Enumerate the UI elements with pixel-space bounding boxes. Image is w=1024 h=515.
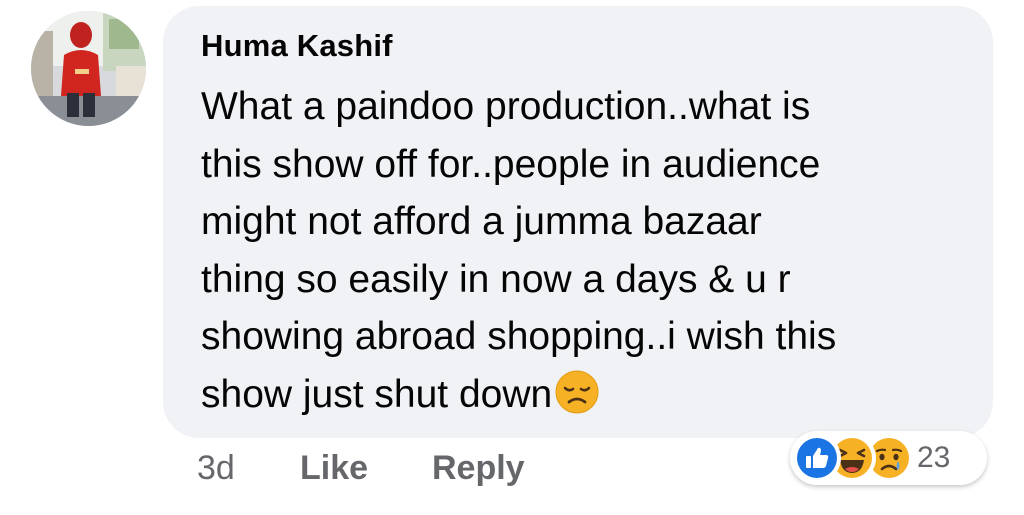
comment: Huma Kashif What a paindoo production..w… — [0, 0, 1024, 515]
like-reaction-icon — [796, 437, 838, 479]
comment-text: What a paindoo production..what is this … — [201, 78, 971, 423]
sad-reaction-icon — [868, 437, 910, 479]
avatar[interactable] — [31, 11, 146, 126]
comment-text-last-line: show just shut down — [201, 366, 971, 424]
comment-text-line: might not afford a jumma bazaar — [201, 200, 762, 243]
comment-timestamp[interactable]: 3d — [197, 446, 235, 490]
comment-text-line: thing so easily in now a days & u r — [201, 257, 791, 301]
reply-button[interactable]: Reply — [432, 446, 525, 490]
author-name[interactable]: Huma Kashif — [201, 27, 393, 65]
comment-text-line: showing abroad shopping..i wish this — [201, 315, 837, 358]
comment-text-line: What a paindoo production..what is — [201, 85, 811, 128]
like-button[interactable]: Like — [300, 446, 368, 490]
reactions-summary[interactable]: 23 — [790, 431, 987, 485]
disappointed-face-emoji-icon — [555, 370, 599, 413]
reaction-count: 23 — [917, 441, 951, 474]
comment-text-line: this show off for..people in audience — [201, 142, 821, 186]
avatar-photo — [31, 11, 146, 126]
comment-text-line: show just shut down — [201, 372, 553, 416]
